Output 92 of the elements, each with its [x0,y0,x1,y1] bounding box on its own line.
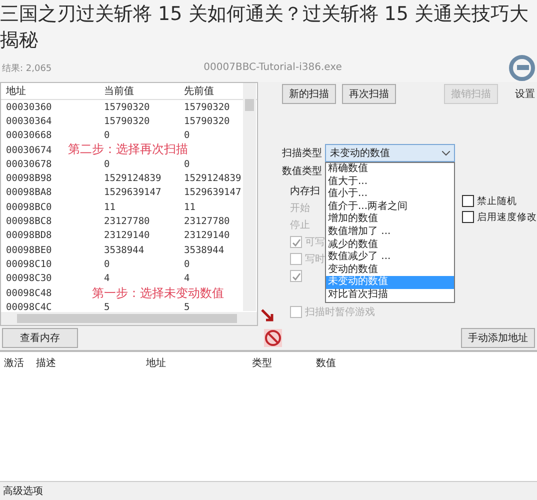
checkbox-label: 禁止随机 [477,194,517,208]
checkbox-label: 扫描时暂停游戏 [305,306,375,319]
scrollbar[interactable] [243,83,256,311]
table-cell: 11 [184,202,196,213]
table-cell: 1529639147 [104,187,162,198]
column-header[interactable]: 描述 [36,356,56,370]
table-cell: 0 [104,130,110,142]
table-cell: 23127780 [104,216,150,228]
table-cell: 00098BE0 [6,244,52,256]
view-memory-button[interactable]: 查看内存 [2,328,78,348]
settings-label[interactable]: 设置 [515,87,535,101]
checkbox-label: 可写 [305,236,325,249]
column-header[interactable]: 数值 [316,356,336,370]
table-cell: 0 [184,258,190,270]
table-cell: 15790320 [184,116,230,127]
memory-options-title: 内存扫 [290,184,320,198]
scan-type-label: 扫描类型 [282,146,322,160]
column-header[interactable]: 先前值 [184,84,214,98]
table-cell: 1529124839 [104,173,162,184]
dropdown-option[interactable]: 对比首次扫描 [326,288,454,302]
table-cell: 0 [104,258,110,270]
table-cell: 00030678 [6,158,52,170]
dropdown-option[interactable]: 数值减少了 ... [326,251,454,264]
column-header[interactable]: 激活 [4,356,24,370]
table-cell: 4 [104,273,110,284]
table-cell: 00098C30 [6,273,52,284]
table-cell: 5 [184,302,190,313]
annotation-text: 第二步：选择再次扫描 [68,141,188,158]
scan-type-dropdown[interactable]: 未变动的数值 [325,144,455,162]
value-type-label: 数值类型 [282,164,322,178]
table-cell: 15790320 [104,116,150,127]
checkbox[interactable] [290,253,302,265]
scrollbar[interactable] [1,312,258,325]
dropdown-option[interactable]: 减少的数值 [326,238,454,252]
table-cell: 23129140 [104,230,150,242]
checkbox[interactable] [290,236,302,248]
add-address-button[interactable]: 手动添加地址 [461,328,535,348]
table-cell: 00098BC8 [6,216,52,228]
dropdown-option[interactable]: 值介于...两者之间 [326,200,454,214]
headline: 三国之刃过关斩将 15 关如何通关？过关斩将 15 关通关技巧大揭秘 [0,2,530,53]
column-header[interactable]: 地址 [146,356,166,370]
table-cell: 00098C4C [6,302,52,313]
column-header[interactable]: 地址 [6,84,26,98]
table-cell: 00030674 [6,144,52,156]
table-cell: 00098BC0 [6,202,52,213]
scan-button[interactable]: 再次扫描 [342,84,396,104]
dropdown-option[interactable]: 值小于... [326,188,454,201]
table-cell: 00098B98 [6,173,52,184]
table-cell: 4 [184,273,190,284]
table-cell: 23129140 [184,230,230,242]
dropdown-option[interactable]: 变动的数值 [326,264,454,276]
start-label: 开始 [290,202,310,215]
table-cell: 23127780 [184,216,230,228]
chevron-down-icon[interactable] [442,150,450,156]
table-cell: 00030360 [6,102,52,113]
stop-icon[interactable] [264,329,282,347]
checkbox-label: 启用速度修改 [477,210,537,224]
dropdown-option[interactable]: 数值增加了 ... [326,226,454,239]
annotation-text: 第一步：选择未变动数值 [92,285,224,302]
table-cell: 00098BA8 [6,187,52,198]
table-cell: 15790320 [184,102,230,113]
dropdown-option[interactable]: 增加的数值 [326,213,454,226]
results-count: 结果: 2,065 [1,62,52,74]
column-header[interactable]: 类型 [252,356,272,370]
table-cell: 3538944 [184,244,224,256]
table-cell: 00030668 [6,130,52,142]
logo-icon [509,53,535,83]
advanced-options-label[interactable]: 高级选项 [3,484,43,498]
table-cell: 1529639147 [184,187,242,198]
table-cell: 00098BD8 [6,230,52,242]
table-cell: 5 [104,302,110,313]
dropdown-option[interactable]: 值大于... [326,176,454,188]
table-cell: 1529124839 [184,173,242,184]
table-cell: 3538944 [104,244,144,256]
dropdown-option[interactable]: 精确数值 [326,163,454,176]
scan-button[interactable]: 新的扫描 [282,84,336,104]
checkbox[interactable] [290,270,302,282]
table-cell: 00098C10 [6,258,52,270]
table-cell: 0 [104,158,110,170]
table-cell: 0 [184,158,190,170]
stop-label: 停止 [290,218,310,232]
table-cell: 0 [184,130,190,142]
checkbox-label: 写时 [305,252,325,266]
checkbox[interactable] [462,211,474,223]
table-cell: 15790320 [104,102,150,113]
checkbox[interactable] [462,195,474,207]
column-header[interactable]: 当前值 [104,84,134,98]
table-cell: 00098C48 [6,288,52,298]
checkbox[interactable] [290,306,302,318]
table-cell: 00030364 [6,116,52,127]
pointer-arrow-icon[interactable] [260,308,274,322]
table-cell: 11 [104,202,116,213]
